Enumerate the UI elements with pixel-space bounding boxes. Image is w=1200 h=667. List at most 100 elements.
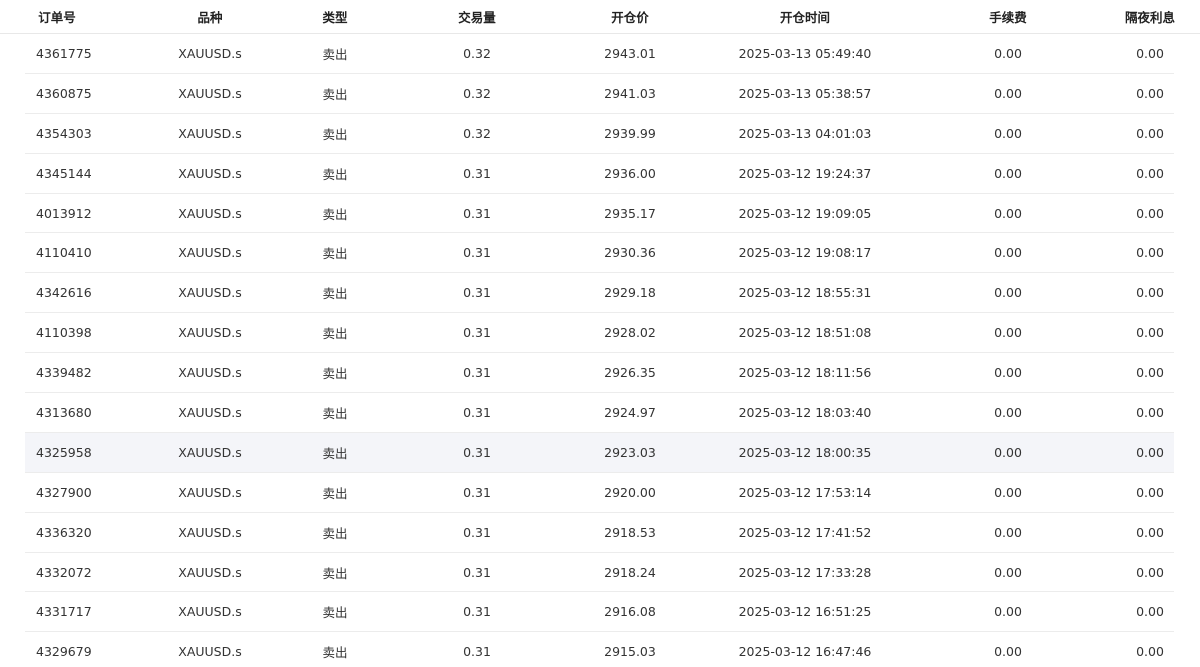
- table-row[interactable]: 4361775 XAUUSD.s 卖出 0.32 2943.01 2025-03-13 0…: [25, 34, 1174, 74]
- header-symbol[interactable]: 品种: [130, 0, 290, 33]
- cell-open-time: 2025-03-12 17:33:28: [738, 564, 872, 580]
- cell-order: 4332072: [36, 564, 92, 580]
- table-row[interactable]: 4110398 XAUUSD.s 卖出 0.31 2928.02 2025-03-12 1…: [25, 313, 1174, 354]
- cell-volume: 0.31: [463, 444, 491, 460]
- cell-volume: 0.31: [463, 644, 491, 660]
- table-row[interactable]: 4336320 XAUUSD.s 卖出 0.31 2918.53 2025-03-12 1…: [25, 513, 1174, 553]
- table-row[interactable]: 4360875 XAUUSD.s 卖出 0.32 2941.03 2025-03-13 0…: [25, 74, 1174, 114]
- header-type[interactable]: 类型: [285, 0, 385, 33]
- cell-swap: 0.00: [1136, 205, 1164, 221]
- cell-open-price: 2941.03: [604, 85, 656, 101]
- cell-fee: 0.00: [994, 444, 1022, 460]
- cell-open-time: 2025-03-12 19:08:17: [738, 245, 872, 261]
- cell-swap: 0.00: [1136, 285, 1164, 301]
- cell-order: 4331717: [36, 604, 92, 620]
- table-row[interactable]: 4013912 XAUUSD.s 卖出 0.31 2935.17 2025-03-12 1…: [25, 194, 1174, 234]
- cell-fee: 0.00: [994, 365, 1022, 381]
- table-row[interactable]: 4329679 XAUUSD.s 卖出 0.31 2915.03 2025-03-12 1…: [25, 632, 1174, 667]
- cell-type: 卖出: [322, 286, 348, 302]
- cell-type: 卖出: [322, 126, 348, 142]
- cell-order: 4313680: [36, 404, 92, 420]
- table-row[interactable]: 4345144 XAUUSD.s 卖出 0.31 2936.00 2025-03-12 1…: [25, 154, 1174, 194]
- cell-order: 4360875: [36, 85, 92, 101]
- cell-type: 卖出: [322, 605, 348, 621]
- cell-open-price: 2920.00: [604, 484, 656, 500]
- cell-type: 卖出: [322, 525, 348, 541]
- cell-swap: 0.00: [1136, 85, 1164, 101]
- cell-fee: 0.00: [994, 524, 1022, 540]
- cell-fee: 0.00: [994, 125, 1022, 141]
- cell-swap: 0.00: [1136, 604, 1164, 620]
- cell-open-price: 2924.97: [604, 404, 656, 420]
- header-swap[interactable]: 隔夜利息: [1100, 0, 1200, 33]
- cell-open-price: 2936.00: [604, 165, 656, 181]
- cell-symbol: XAUUSD.s: [178, 285, 242, 301]
- cell-order: 4342616: [36, 285, 92, 301]
- cell-swap: 0.00: [1136, 444, 1164, 460]
- cell-symbol: XAUUSD.s: [178, 165, 242, 181]
- table-row[interactable]: 4325958 XAUUSD.s 卖出 0.31 2923.03 2025-03-12 1…: [25, 432, 1174, 473]
- cell-fee: 0.00: [994, 404, 1022, 420]
- cell-open-time: 2025-03-12 19:09:05: [738, 205, 872, 221]
- cell-open-price: 2923.03: [604, 444, 656, 460]
- cell-fee: 0.00: [994, 285, 1022, 301]
- header-fee[interactable]: 手续费: [950, 0, 1066, 33]
- cell-symbol: XAUUSD.s: [178, 604, 242, 620]
- cell-swap: 0.00: [1136, 524, 1164, 540]
- cell-open-price: 2930.36: [604, 245, 656, 261]
- table-row[interactable]: 4331717 XAUUSD.s 卖出 0.31 2916.08 2025-03-12 1…: [25, 592, 1174, 633]
- orders-table: 订单号 品种 类型 交易量 开仓价 开仓时间 手续费 隔夜利息 4361775 X…: [0, 0, 1200, 667]
- cell-symbol: XAUUSD.s: [178, 444, 242, 460]
- cell-type: 卖出: [322, 645, 348, 661]
- cell-open-time: 2025-03-12 17:41:52: [738, 524, 872, 540]
- cell-volume: 0.31: [463, 325, 491, 341]
- cell-type: 卖出: [322, 485, 348, 501]
- header-order[interactable]: 订单号: [0, 0, 114, 33]
- cell-volume: 0.31: [463, 245, 491, 261]
- cell-symbol: XAUUSD.s: [178, 325, 242, 341]
- cell-type: 卖出: [322, 46, 348, 62]
- cell-fee: 0.00: [994, 325, 1022, 341]
- table-row[interactable]: 4313680 XAUUSD.s 卖出 0.31 2924.97 2025-03-12 1…: [25, 393, 1174, 433]
- table-row[interactable]: 4339482 XAUUSD.s 卖出 0.31 2926.35 2025-03-12 1…: [25, 353, 1174, 394]
- cell-order: 4354303: [36, 125, 92, 141]
- cell-fee: 0.00: [994, 484, 1022, 500]
- cell-fee: 0.00: [994, 45, 1022, 61]
- header-open-price[interactable]: 开仓价: [560, 0, 700, 33]
- cell-open-price: 2939.99: [604, 125, 656, 141]
- cell-volume: 0.32: [463, 125, 491, 141]
- cell-open-time: 2025-03-12 19:24:37: [738, 165, 872, 181]
- cell-volume: 0.31: [463, 604, 491, 620]
- cell-open-price: 2918.53: [604, 524, 656, 540]
- table-row[interactable]: 4332072 XAUUSD.s 卖出 0.31 2918.24 2025-03-12 1…: [25, 553, 1174, 593]
- table-row[interactable]: 4327900 XAUUSD.s 卖出 0.31 2920.00 2025-03-12 1…: [25, 473, 1174, 513]
- cell-symbol: XAUUSD.s: [178, 644, 242, 660]
- cell-swap: 0.00: [1136, 484, 1164, 500]
- table-row[interactable]: 4110410 XAUUSD.s 卖出 0.31 2930.36 2025-03-12 1…: [25, 233, 1174, 274]
- cell-type: 卖出: [322, 366, 348, 382]
- cell-swap: 0.00: [1136, 644, 1164, 660]
- table-row[interactable]: 4342616 XAUUSD.s 卖出 0.31 2929.18 2025-03-12 1…: [25, 273, 1174, 314]
- cell-open-time: 2025-03-12 18:11:56: [738, 365, 872, 381]
- cell-swap: 0.00: [1136, 165, 1164, 181]
- cell-volume: 0.31: [463, 165, 491, 181]
- cell-swap: 0.00: [1136, 325, 1164, 341]
- cell-fee: 0.00: [994, 564, 1022, 580]
- cell-symbol: XAUUSD.s: [178, 85, 242, 101]
- header-volume[interactable]: 交易量: [420, 0, 534, 33]
- header-open-time[interactable]: 开仓时间: [730, 0, 880, 33]
- cell-order: 4325958: [36, 444, 92, 460]
- cell-open-price: 2926.35: [604, 365, 656, 381]
- cell-type: 卖出: [322, 166, 348, 182]
- cell-open-time: 2025-03-13 05:38:57: [738, 85, 872, 101]
- cell-symbol: XAUUSD.s: [178, 205, 242, 221]
- cell-volume: 0.31: [463, 285, 491, 301]
- table-row[interactable]: 4354303 XAUUSD.s 卖出 0.32 2939.99 2025-03-13 0…: [25, 114, 1174, 154]
- cell-open-price: 2928.02: [604, 325, 656, 341]
- cell-swap: 0.00: [1136, 404, 1164, 420]
- table-body: 4361775 XAUUSD.s 卖出 0.32 2943.01 2025-03-13 0…: [0, 34, 1200, 667]
- cell-open-time: 2025-03-13 04:01:03: [738, 125, 872, 141]
- cell-fee: 0.00: [994, 245, 1022, 261]
- cell-order: 4361775: [36, 45, 92, 61]
- cell-type: 卖出: [322, 246, 348, 262]
